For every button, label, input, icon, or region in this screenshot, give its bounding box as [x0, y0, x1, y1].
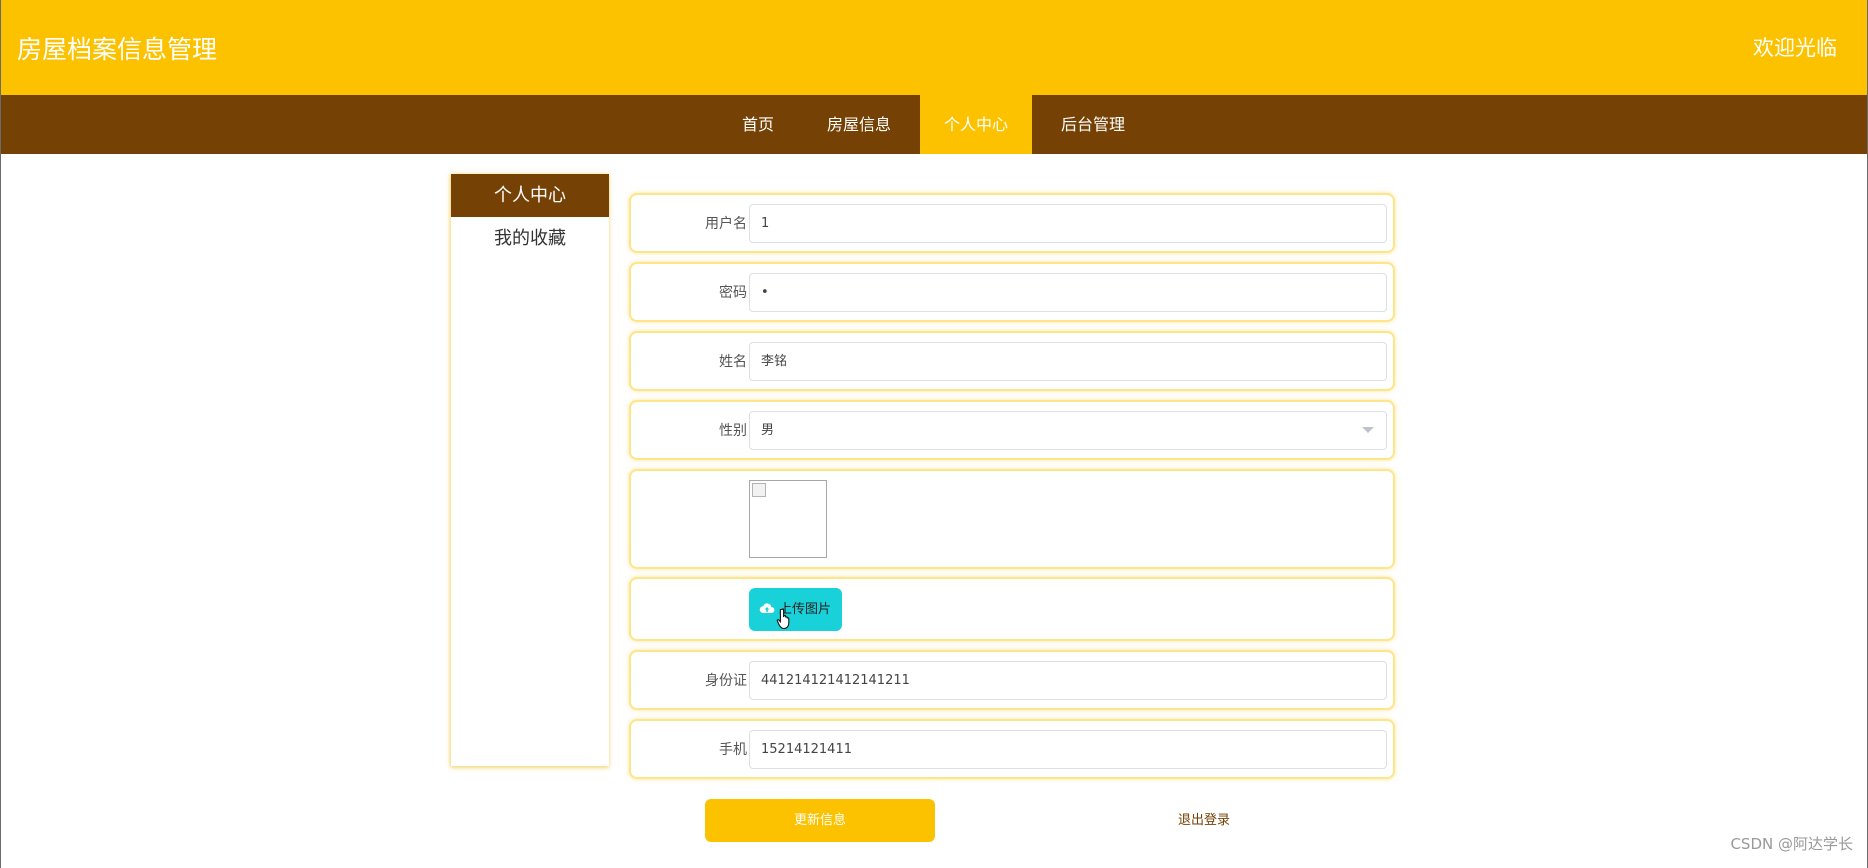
gender-value: 男 — [761, 423, 775, 438]
welcome-text: 欢迎光临 — [1753, 36, 1837, 60]
watermark: CSDN @阿达学长 — [1730, 835, 1853, 853]
cloud-upload-icon — [759, 603, 775, 613]
header: 房屋档案信息管理 欢迎光临 — [1, 0, 1867, 95]
broken-image-icon — [752, 483, 766, 497]
name-label: 姓名 — [719, 354, 747, 370]
top-nav: 首页 房屋信息 个人中心 后台管理 — [1, 95, 1867, 154]
form-row-phone: 手机 15214121411 — [629, 719, 1395, 779]
nav-item-house-info[interactable]: 房屋信息 — [809, 95, 909, 154]
form-row-gender: 性别 男 — [629, 400, 1395, 460]
gender-label: 性别 — [719, 423, 747, 439]
avatar-image — [749, 480, 827, 558]
nav-item-admin[interactable]: 后台管理 — [1043, 95, 1143, 154]
form-row-username: 用户名 1 — [629, 193, 1395, 253]
idcard-input[interactable]: 441214121412141211 — [749, 661, 1387, 700]
password-label: 密码 — [719, 285, 747, 301]
username-input[interactable]: 1 — [749, 204, 1387, 243]
sidebar: 个人中心 我的收藏 — [451, 174, 609, 766]
form-row-password: 密码 • — [629, 262, 1395, 322]
form-row-upload: 上传图片 — [629, 577, 1395, 641]
username-label: 用户名 — [705, 216, 747, 232]
logout-button[interactable]: 退出登录 — [1089, 799, 1319, 842]
site-title: 房屋档案信息管理 — [17, 35, 218, 64]
sidebar-item-personal-center[interactable]: 个人中心 — [451, 174, 609, 217]
nav-item-personal-center[interactable]: 个人中心 — [920, 95, 1032, 154]
sidebar-item-favorites[interactable]: 我的收藏 — [451, 217, 609, 260]
phone-label: 手机 — [719, 742, 747, 758]
name-input[interactable]: 李铭 — [749, 342, 1387, 381]
hand-pointer-icon — [776, 608, 790, 630]
form-row-avatar — [629, 469, 1395, 569]
upload-image-button[interactable]: 上传图片 — [749, 588, 842, 631]
form-row-idcard: 身份证 441214121412141211 — [629, 650, 1395, 710]
update-info-button[interactable]: 更新信息 — [705, 799, 935, 842]
phone-input[interactable]: 15214121411 — [749, 730, 1387, 769]
gender-select[interactable]: 男 — [749, 411, 1387, 450]
chevron-down-icon — [1362, 427, 1374, 433]
page: 房屋档案信息管理 欢迎光临 首页 房屋信息 个人中心 后台管理 个人中心 我的收… — [0, 0, 1868, 868]
form-row-name: 姓名 李铭 — [629, 331, 1395, 391]
password-input[interactable]: • — [749, 273, 1387, 312]
nav-item-home[interactable]: 首页 — [727, 95, 789, 154]
idcard-label: 身份证 — [705, 673, 747, 689]
